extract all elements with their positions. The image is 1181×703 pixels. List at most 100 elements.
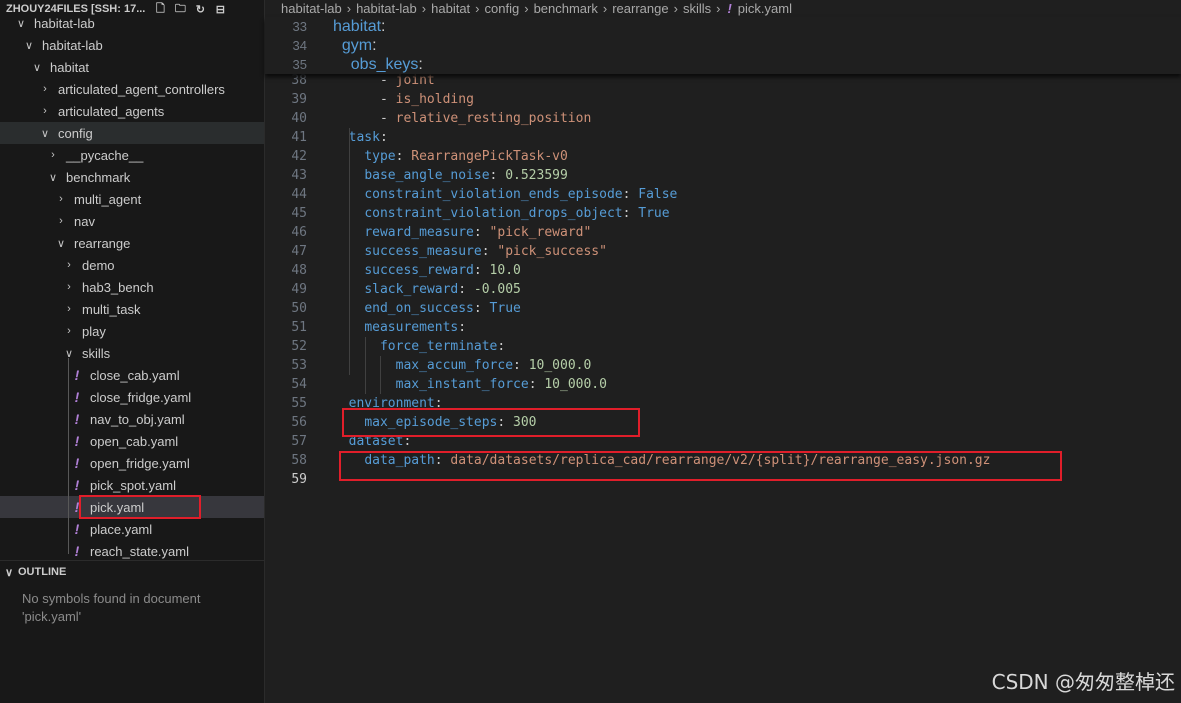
- breadcrumb-item[interactable]: habitat-lab: [281, 1, 342, 16]
- file-item[interactable]: ! open_cab.yaml: [0, 430, 264, 452]
- code-token: -: [333, 111, 396, 126]
- chevron-down-icon: ∨: [56, 237, 66, 250]
- chevron-right-icon: ›: [59, 193, 63, 205]
- code-line[interactable]: 43 base_angle_noise: 0.523599: [265, 166, 1181, 185]
- breadcrumb-item[interactable]: habitat-lab: [356, 1, 417, 16]
- file-item[interactable]: ! pick_spot.yaml: [0, 474, 264, 496]
- code-text: reward_measure: "pick_reward": [333, 225, 591, 240]
- folder-item[interactable]: › multi_agent: [0, 188, 264, 210]
- code-line[interactable]: 45 constraint_violation_drops_object: Tr…: [265, 204, 1181, 223]
- breadcrumb-item[interactable]: pick.yaml: [738, 1, 792, 16]
- line-number: 42: [291, 149, 307, 164]
- folder-item[interactable]: › __pycache__: [0, 144, 264, 166]
- folder-item[interactable]: › articulated_agent_controllers: [0, 78, 264, 100]
- tree-item-label: nav_to_obj.yaml: [90, 411, 185, 427]
- code-token: :: [372, 36, 377, 54]
- code-line[interactable]: 40 - relative_resting_position: [265, 109, 1181, 128]
- folder-item[interactable]: › nav: [0, 210, 264, 232]
- folder-item[interactable]: › hab3_bench: [0, 276, 264, 298]
- code-token: :: [513, 358, 529, 373]
- sticky-scroll-header[interactable]: 33 habitat: 34 gym: 35 obs_keys:: [265, 17, 1181, 74]
- folder-item[interactable]: ∨ config: [0, 122, 264, 144]
- line-number: 54: [291, 377, 307, 392]
- folder-item[interactable]: ∨ benchmark: [0, 166, 264, 188]
- code-token: :: [395, 149, 412, 164]
- folder-item[interactable]: › play: [0, 320, 264, 342]
- outline-empty-message: No symbols found in document 'pick.yaml': [22, 591, 201, 624]
- code-token: habitat: [333, 17, 382, 35]
- folder-item[interactable]: ∨ rearrange: [0, 232, 264, 254]
- breadcrumb-item[interactable]: config: [485, 1, 520, 16]
- line-number: 40: [291, 111, 307, 126]
- file-item[interactable]: ! close_cab.yaml: [0, 364, 264, 386]
- folder-item[interactable]: › demo: [0, 254, 264, 276]
- code-token: "pick_reward": [489, 225, 592, 240]
- code-line[interactable]: 46 reward_measure: "pick_reward": [265, 223, 1181, 242]
- code-text: slack_reward: -0.005: [333, 282, 521, 297]
- code-token: end_on_success: [364, 301, 474, 316]
- outline-header[interactable]: ∨ OUTLINE: [0, 560, 264, 583]
- code-line[interactable]: 52 force_terminate:: [265, 337, 1181, 356]
- code-line[interactable]: 53 max_accum_force: 10_000.0: [265, 356, 1181, 375]
- code-line[interactable]: 44 constraint_violation_ends_episode: Fa…: [265, 185, 1181, 204]
- code-line[interactable]: 42 type: RearrangePickTask-v0: [265, 147, 1181, 166]
- file-item[interactable]: ! place.yaml: [0, 518, 264, 540]
- code-line[interactable]: 33 habitat:: [265, 17, 1181, 36]
- breadcrumb: habitat-lab › habitat-lab › habitat › config › b…: [281, 0, 792, 16]
- folder-item[interactable]: ∨ habitat-lab: [0, 12, 264, 34]
- code-line[interactable]: 47 success_measure: "pick_success": [265, 242, 1181, 261]
- line-number: 58: [291, 453, 307, 468]
- tree-item-label: place.yaml: [90, 521, 153, 537]
- code-line[interactable]: 51 measurements:: [265, 318, 1181, 337]
- chevron-down-icon: ∨: [40, 127, 50, 140]
- tree-item-label: articulated_agents: [58, 103, 165, 119]
- line-number: 38: [291, 73, 307, 88]
- code-text: success_measure: "pick_success": [333, 244, 607, 259]
- breadcrumb-item[interactable]: habitat: [431, 1, 470, 16]
- code-token: :: [473, 225, 490, 240]
- code-line[interactable]: 41 task:: [265, 128, 1181, 147]
- chevron-right-icon: ›: [602, 0, 608, 16]
- chevron-down-icon: ∨: [48, 171, 58, 184]
- file-item[interactable]: ! nav_to_obj.yaml: [0, 408, 264, 430]
- breadcrumb-item[interactable]: skills: [683, 1, 711, 16]
- tree-item-label: play: [82, 323, 106, 339]
- indent-guide: [365, 337, 366, 394]
- file-item[interactable]: ! reach_state.yaml: [0, 540, 264, 562]
- tree-item-label: multi_agent: [74, 191, 142, 207]
- line-number: 52: [291, 339, 307, 354]
- line-number: 45: [291, 206, 307, 221]
- file-item[interactable]: ! close_fridge.yaml: [0, 386, 264, 408]
- chevron-down-icon: ∨: [24, 39, 34, 52]
- tree-item-label: close_cab.yaml: [90, 367, 180, 383]
- code-text: success_reward: 10.0: [333, 263, 521, 278]
- editor-pane[interactable]: habitat-lab › habitat-lab › habitat › config › b…: [265, 0, 1181, 703]
- chevron-right-icon: ›: [43, 105, 47, 117]
- folder-item[interactable]: ∨ skills: [0, 342, 264, 364]
- folder-item[interactable]: › articulated_agents: [0, 100, 264, 122]
- folder-item[interactable]: ∨ habitat: [0, 56, 264, 78]
- code-line[interactable]: 54 max_instant_force: 10_000.0: [265, 375, 1181, 394]
- folder-item[interactable]: ∨ habitat-lab: [0, 34, 264, 56]
- tree-item-label: habitat-lab: [42, 37, 103, 53]
- breadcrumb-item[interactable]: rearrange: [612, 1, 668, 16]
- file-item[interactable]: ! open_fridge.yaml: [0, 452, 264, 474]
- code-line[interactable]: 49 slack_reward: -0.005: [265, 280, 1181, 299]
- folder-item[interactable]: › multi_task: [0, 298, 264, 320]
- chevron-down-icon: ∨: [16, 17, 26, 30]
- code-token: True: [638, 206, 670, 221]
- tree-item-label: pick_spot.yaml: [90, 477, 176, 493]
- code-text: constraint_violation_drops_object: True: [333, 206, 670, 221]
- code-line[interactable]: 35 obs_keys:: [265, 55, 1181, 74]
- code-line[interactable]: 48 success_reward: 10.0: [265, 261, 1181, 280]
- highlight-box-data-path: [339, 451, 1062, 481]
- breadcrumb-item[interactable]: benchmark: [534, 1, 598, 16]
- code-token: slack_reward: [364, 282, 459, 297]
- code-line[interactable]: 50 end_on_success: True: [265, 299, 1181, 318]
- code-line[interactable]: 34 gym:: [265, 36, 1181, 55]
- code-token: type: [364, 149, 396, 164]
- tree-item-label: skills: [82, 345, 111, 361]
- code-line[interactable]: 39 - is_holding: [265, 90, 1181, 109]
